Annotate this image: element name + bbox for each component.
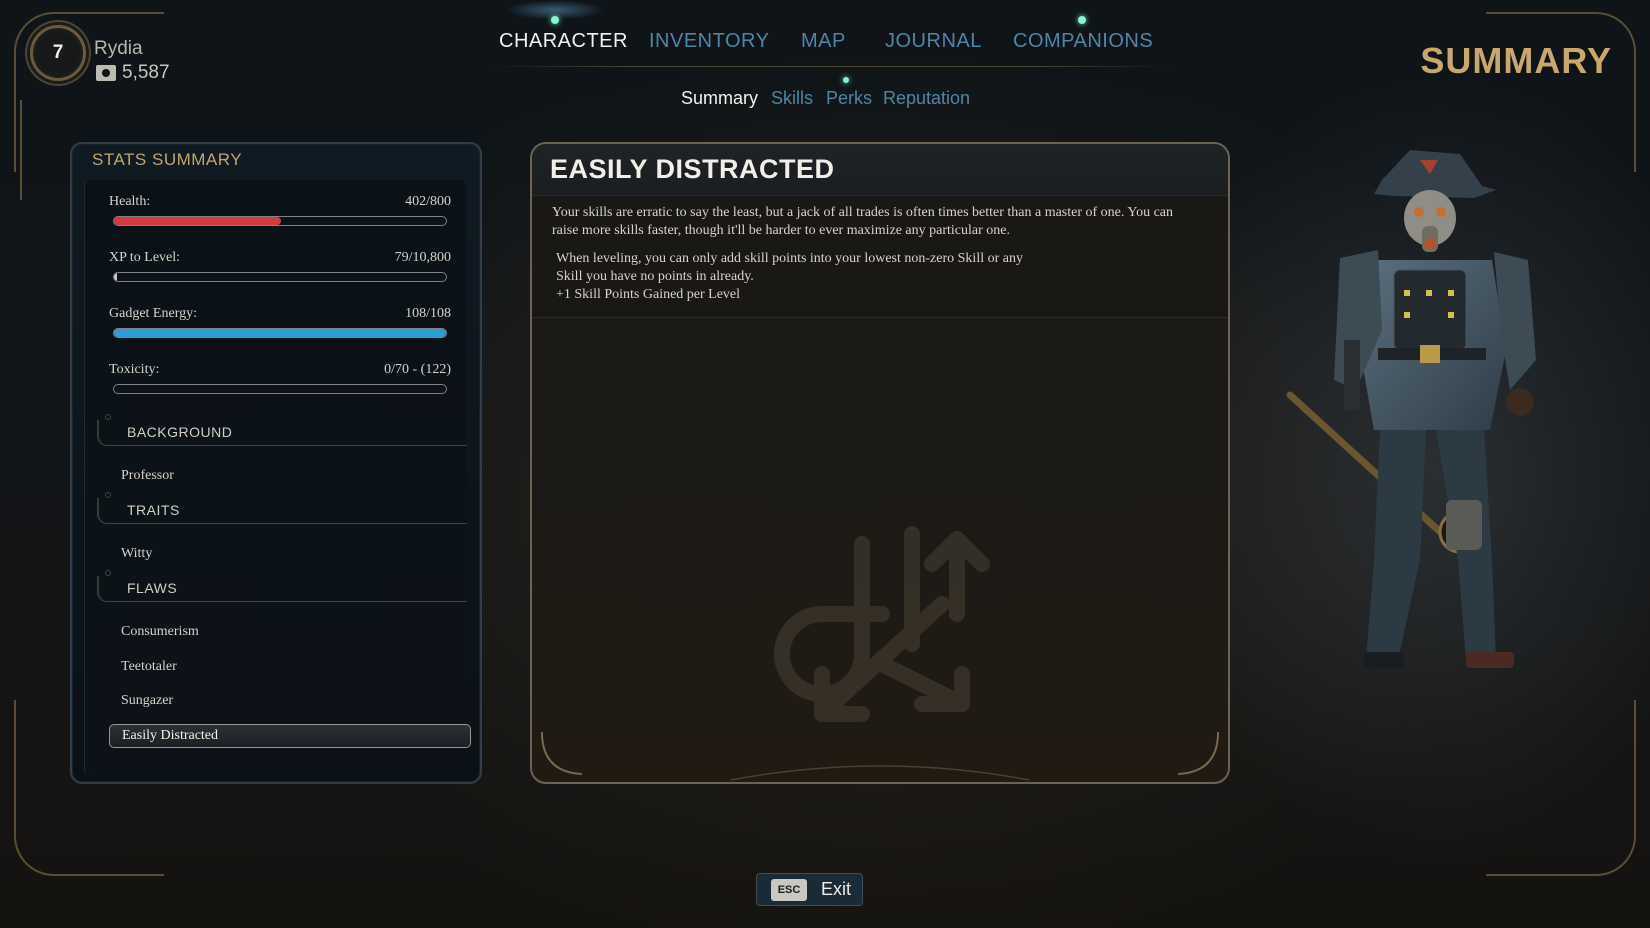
level-number: 7 xyxy=(52,42,64,63)
exit-label: Exit xyxy=(821,879,852,899)
background-entry[interactable]: Professor xyxy=(121,468,174,484)
section-ornament-icon xyxy=(105,414,111,420)
section-flaws: FLAWS xyxy=(97,570,467,602)
currency-display: 5,587 xyxy=(96,62,170,84)
section-ornament-icon xyxy=(105,570,111,576)
section-label: TRAITS xyxy=(127,502,180,518)
section-label: BACKGROUND xyxy=(127,424,233,440)
section-ornament-icon xyxy=(105,492,111,498)
stats-summary-panel: STATS SUMMARY Health: 402/800 XP to Leve… xyxy=(70,142,482,784)
section-traits: TRAITS xyxy=(97,492,467,524)
gadget-energy-bar-fill xyxy=(114,329,446,337)
health-bar xyxy=(113,216,447,226)
detail-header: EASILY DISTRACTED xyxy=(532,144,1228,196)
flaw-entry[interactable]: Consumerism xyxy=(121,624,199,640)
tab-character-notification-icon xyxy=(551,16,559,24)
flaw-entry[interactable]: Sungazer xyxy=(121,693,173,709)
esc-key-icon: ESC xyxy=(771,878,807,901)
toxicity-bar xyxy=(113,384,447,394)
tab-companions[interactable]: COMPANIONS xyxy=(1013,30,1153,53)
stat-label: Health: xyxy=(109,194,151,209)
stats-panel-title: STATS SUMMARY xyxy=(92,150,243,169)
tab-journal[interactable]: JOURNAL xyxy=(885,30,982,53)
nav-divider xyxy=(490,66,1170,67)
player-name: Rydia xyxy=(94,38,143,59)
stats-list[interactable]: Health: 402/800 XP to Level: 79/10,800 G… xyxy=(84,180,471,776)
flaw-entry-selected[interactable]: Easily Distracted xyxy=(109,724,471,748)
flaw-detail-panel: EASILY DISTRACTED Your skills are errati… xyxy=(530,142,1230,784)
bits-currency-icon xyxy=(96,65,116,81)
panel-flourish xyxy=(540,731,1220,781)
subtab-summary[interactable]: Summary xyxy=(681,88,758,109)
page-title: SUMMARY xyxy=(1420,40,1612,81)
stat-label: Toxicity: xyxy=(109,362,160,377)
detail-effect-line: Skill you have no points in already. xyxy=(556,269,754,284)
currency-amount: 5,587 xyxy=(122,62,170,83)
stat-label: XP to Level: xyxy=(109,250,181,265)
level-badge: 7 xyxy=(30,25,86,81)
gadget-energy-bar xyxy=(113,328,447,338)
subtab-skills[interactable]: Skills xyxy=(771,88,813,109)
distracted-flaw-icon xyxy=(774,526,990,722)
detail-description-box: Your skills are erratic to say the least… xyxy=(532,196,1228,318)
subtab-perks-notification-icon xyxy=(843,77,849,83)
detail-description: Your skills are erratic to say the least… xyxy=(552,205,1174,238)
section-background: BACKGROUND xyxy=(97,414,467,446)
subtab-reputation[interactable]: Reputation xyxy=(883,88,970,109)
frame-line-left xyxy=(20,100,22,200)
stat-label: Gadget Energy: xyxy=(109,306,197,321)
stat-value: 79/10,800 xyxy=(394,250,451,265)
tab-map[interactable]: MAP xyxy=(801,30,846,53)
detail-effect-line: +1 Skill Points Gained per Level xyxy=(556,287,741,302)
stat-value: 108/108 xyxy=(405,306,451,321)
frame-corner-bottom-right xyxy=(1486,700,1636,876)
character-portrait xyxy=(1286,150,1536,668)
xp-bar-fill xyxy=(114,273,117,281)
trait-entry[interactable]: Witty xyxy=(121,546,152,562)
section-label: FLAWS xyxy=(127,580,178,596)
detail-title: EASILY DISTRACTED xyxy=(550,154,835,184)
stat-value: 0/70 - (122) xyxy=(384,362,451,377)
detail-effect-line: When leveling, you can only add skill po… xyxy=(556,251,1023,266)
health-bar-fill xyxy=(114,217,281,225)
xp-bar xyxy=(113,272,447,282)
tab-companions-notification-icon xyxy=(1078,16,1086,24)
flaw-entry[interactable]: Teetotaler xyxy=(121,659,177,675)
tab-character[interactable]: CHARACTER xyxy=(499,30,628,53)
stat-value: 402/800 xyxy=(405,194,451,209)
exit-button[interactable]: ESC Exit xyxy=(756,873,863,906)
subtab-perks[interactable]: Perks xyxy=(826,88,872,109)
tab-inventory[interactable]: INVENTORY xyxy=(649,30,769,53)
